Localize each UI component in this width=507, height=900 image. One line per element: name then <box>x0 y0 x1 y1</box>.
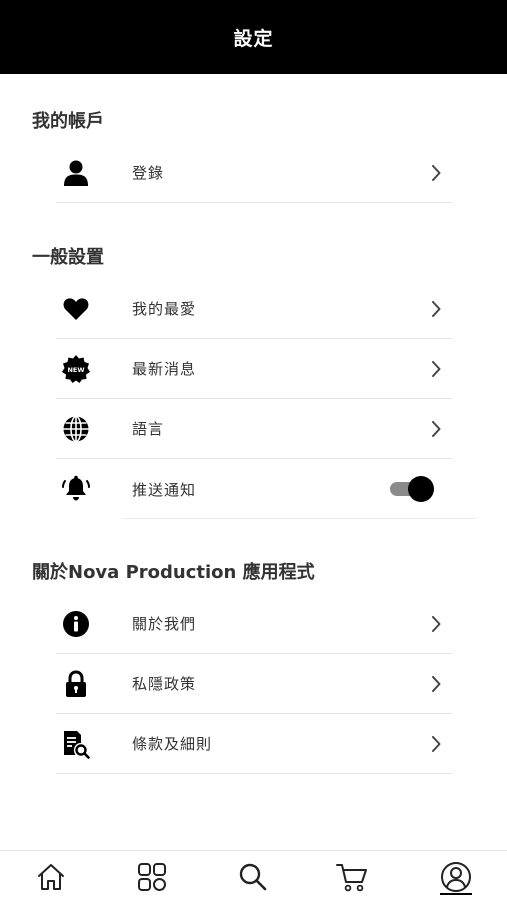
menu-item-label: 語言 <box>132 420 165 438</box>
bottom-tab-bar <box>0 850 507 900</box>
cart-icon[interactable] <box>332 857 372 897</box>
home-icon[interactable] <box>31 857 71 897</box>
search-icon[interactable] <box>233 857 273 897</box>
globe-icon <box>56 409 96 449</box>
divider <box>122 518 477 519</box>
section-title-general: 一般設置 <box>32 247 104 268</box>
menu-item-language[interactable]: 語言 <box>56 399 452 459</box>
section-title-account: 我的帳戶 <box>32 111 104 132</box>
menu-item-terms[interactable]: 條款及細則 <box>56 714 452 774</box>
chevron-right-icon <box>428 419 444 439</box>
menu-item-label: 私隱政策 <box>132 675 197 693</box>
chevron-right-icon <box>428 359 444 379</box>
new-badge-icon: NEW <box>56 349 96 389</box>
menu-item-login[interactable]: 登錄 <box>56 143 452 203</box>
menu-item-label: 關於我們 <box>132 615 197 633</box>
profile-icon[interactable] <box>436 857 476 897</box>
push-notification-toggle[interactable] <box>388 476 434 502</box>
section-title-about: 關於Nova Production 應用程式 <box>32 562 315 583</box>
menu-item-favorites[interactable]: 我的最愛 <box>56 279 452 339</box>
menu-item-privacy-policy[interactable]: 私隱政策 <box>56 654 452 714</box>
chevron-right-icon <box>428 734 444 754</box>
grid-icon[interactable] <box>132 857 172 897</box>
menu-item-label: 最新消息 <box>132 360 197 378</box>
heart-icon <box>56 289 96 329</box>
menu-item-news[interactable]: NEW 最新消息 <box>56 339 452 399</box>
document-search-icon <box>56 724 96 764</box>
info-icon <box>56 604 96 644</box>
menu-item-label: 條款及細則 <box>132 735 213 753</box>
chevron-right-icon <box>428 614 444 634</box>
top-bar: 設定 <box>0 0 507 74</box>
active-tab-indicator <box>440 893 472 895</box>
bell-icon <box>56 469 96 509</box>
user-icon <box>56 153 96 193</box>
menu-item-about-us[interactable]: 關於我們 <box>56 594 452 654</box>
menu-item-label: 我的最愛 <box>132 300 197 318</box>
chevron-right-icon <box>428 299 444 319</box>
menu-item-label: 推送通知 <box>132 480 197 499</box>
page-title: 設定 <box>233 27 274 50</box>
svg-text:NEW: NEW <box>67 366 84 374</box>
lock-icon <box>56 664 96 704</box>
toggle-knob <box>408 476 434 502</box>
menu-item-push-notifications: 推送通知 <box>56 459 452 519</box>
menu-item-label: 登錄 <box>132 164 165 182</box>
chevron-right-icon <box>428 163 444 183</box>
chevron-right-icon <box>428 674 444 694</box>
